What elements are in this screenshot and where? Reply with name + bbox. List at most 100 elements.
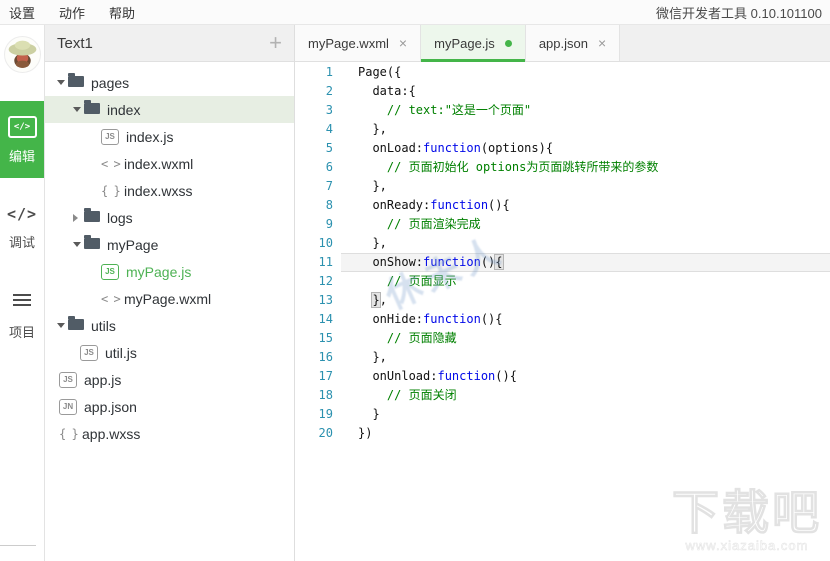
code-text: }, (333, 348, 387, 367)
code-segment: (options){ (481, 141, 553, 155)
code-segment: }, (358, 350, 387, 364)
tree-item-label: index.js (126, 129, 173, 145)
activity-item-label: 调试 (0, 232, 44, 251)
code-segment: onReady: (358, 198, 430, 212)
close-icon[interactable]: × (598, 36, 606, 50)
wxss-file-icon: { } (59, 427, 77, 441)
tree-item-mypage-js[interactable]: JSmyPage.js (45, 258, 294, 285)
code-segment: , (380, 293, 387, 307)
tree-item-label: app.json (84, 399, 137, 415)
code-text: // 页面显示 (333, 272, 457, 291)
tree-item-util-js[interactable]: JSutil.js (45, 339, 294, 366)
main-body: </> 编辑 </> 调试 项目 Text1 + pagesindex JS ind… (0, 25, 830, 561)
code-segment-comment: // 页面初始化 options为页面跳转所带来的参数 (387, 160, 658, 174)
tree-item-label: logs (107, 210, 133, 226)
project-title: Text1 (57, 35, 93, 52)
tree-item-index[interactable]: index (45, 96, 294, 123)
code-segment-brace: } (372, 293, 379, 307)
activity-item-edit[interactable]: </> 编辑 (0, 101, 44, 178)
activity-item-debug[interactable]: </> 调试 (0, 205, 44, 251)
code-line-11[interactable]: 11 onShow:function(){ (295, 253, 830, 272)
tab-app-json[interactable]: app.json× (526, 25, 620, 61)
code-line-15[interactable]: 15 // 页面隐藏 (295, 329, 830, 348)
tree-item-index-wxss[interactable]: { }index.wxss (45, 177, 294, 204)
code-line-9[interactable]: 9 // 页面渲染完成 (295, 215, 830, 234)
code-line-19[interactable]: 19 } (295, 405, 830, 424)
code-segment (358, 160, 387, 174)
code-line-12[interactable]: 12 // 页面显示 (295, 272, 830, 291)
code-line-1[interactable]: 1Page({ (295, 63, 830, 82)
activity-bar-divider (0, 545, 36, 546)
activity-bar: </> 编辑 </> 调试 项目 (0, 25, 45, 561)
code-line-5[interactable]: 5 onLoad:function(options){ (295, 139, 830, 158)
menu-item-help[interactable]: 帮助 (97, 3, 147, 22)
activity-item-project[interactable]: 项目 (0, 291, 44, 341)
line-number: 18 (295, 386, 333, 405)
line-number: 11 (295, 253, 333, 272)
tree-item-label: util.js (105, 345, 137, 361)
tab-mypage-wxml[interactable]: myPage.wxml× (295, 25, 421, 61)
user-avatar[interactable] (0, 25, 44, 83)
tree-item-mypage-wxml[interactable]: < >myPage.wxml (45, 285, 294, 312)
code-segment (358, 274, 387, 288)
code-text: onUnload:function(){ (333, 367, 517, 386)
line-number: 4 (295, 120, 333, 139)
js-file-icon: JS (101, 129, 119, 145)
add-file-button[interactable]: + (269, 33, 282, 53)
code-line-10[interactable]: 10 }, (295, 234, 830, 253)
tab-mypage-js[interactable]: myPage.js (421, 25, 526, 61)
json-file-icon: JN (59, 399, 77, 415)
chevron-down-icon[interactable] (57, 80, 68, 85)
code-text: }, (333, 234, 387, 253)
code-line-4[interactable]: 4 }, (295, 120, 830, 139)
code-segment-comment: // 页面隐藏 (387, 331, 457, 345)
chevron-down-icon[interactable] (73, 107, 84, 112)
tree-item-index-js[interactable]: JS index.js (45, 123, 294, 150)
code-line-17[interactable]: 17 onUnload:function(){ (295, 367, 830, 386)
close-icon[interactable]: × (399, 36, 407, 50)
chevron-right-icon[interactable] (73, 214, 84, 222)
code-segment: onUnload: (358, 369, 437, 383)
code-line-6[interactable]: 6 // 页面初始化 options为页面跳转所带来的参数 (295, 158, 830, 177)
code-line-13[interactable]: 13 }, (295, 291, 830, 310)
code-line-14[interactable]: 14 onHide:function(){ (295, 310, 830, 329)
tree-item-mypage[interactable]: myPage (45, 231, 294, 258)
tree-item-app-wxss[interactable]: { }app.wxss (45, 420, 294, 447)
line-number: 5 (295, 139, 333, 158)
code-segment (358, 388, 387, 402)
tree-item-app-js[interactable]: JSapp.js (45, 366, 294, 393)
menu-item-actions[interactable]: 动作 (47, 3, 97, 22)
line-number: 12 (295, 272, 333, 291)
code-line-8[interactable]: 8 onReady:function(){ (295, 196, 830, 215)
menu-item-settings[interactable]: 设置 (0, 3, 47, 22)
code-text: }, (333, 177, 387, 196)
line-number: 15 (295, 329, 333, 348)
chevron-down-icon[interactable] (73, 242, 84, 247)
line-number: 8 (295, 196, 333, 215)
code-line-7[interactable]: 7 }, (295, 177, 830, 196)
tree-item-logs[interactable]: logs (45, 204, 294, 231)
tree-item-utils[interactable]: utils (45, 312, 294, 339)
code-line-16[interactable]: 16 }, (295, 348, 830, 367)
activity-item-label: 项目 (0, 322, 44, 341)
code-line-2[interactable]: 2 data:{ (295, 82, 830, 101)
code-tag-icon: </> (8, 116, 37, 138)
code-segment: Page({ (358, 65, 401, 79)
code-segment: data:{ (358, 84, 416, 98)
code-segment: } (358, 407, 380, 421)
tree-item-pages[interactable]: pages (45, 69, 294, 96)
code-text: }, (333, 291, 387, 310)
code-segment: }, (358, 236, 387, 250)
code-line-3[interactable]: 3 // text:"这是一个页面" (295, 101, 830, 120)
code-line-20[interactable]: 20}) (295, 424, 830, 443)
code-line-18[interactable]: 18 // 页面关闭 (295, 386, 830, 405)
code-segment-keyword: function (430, 198, 488, 212)
wxml-file-icon: < > (101, 157, 119, 171)
code-editor[interactable]: 休未人 1Page({2 data:{3 // text:"这是一个页面"4 }… (295, 62, 830, 561)
line-number: 10 (295, 234, 333, 253)
unsaved-dot-icon (505, 40, 512, 47)
tree-item-index-wxml[interactable]: < >index.wxml (45, 150, 294, 177)
line-number: 20 (295, 424, 333, 443)
chevron-down-icon[interactable] (57, 323, 68, 328)
tree-item-app-json[interactable]: JN app.json (45, 393, 294, 420)
